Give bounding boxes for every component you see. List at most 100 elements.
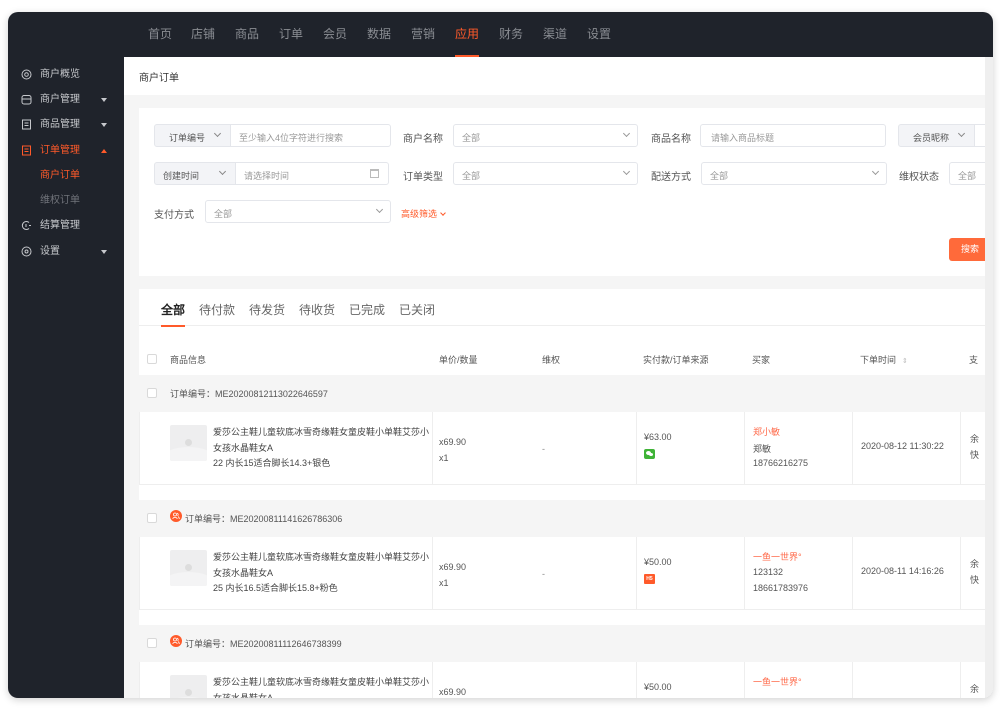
header-order-time[interactable]: 下单时间 ⇕	[860, 353, 908, 366]
cell-divider	[744, 412, 745, 484]
header-paid-source: 实付款/订单来源	[643, 355, 709, 365]
merchant-select[interactable]: 全部	[453, 124, 638, 147]
order-header: 订单编号：ME20200811141626786306	[139, 500, 993, 537]
sidebar-item-rights-orders[interactable]: 维权订单	[8, 191, 124, 211]
select-all-checkbox[interactable]	[147, 354, 157, 364]
member-field-select[interactable]: 会员昵称	[898, 124, 975, 147]
header-order-time-label: 下单时间	[860, 355, 897, 365]
nav-members[interactable]: 会员	[323, 12, 347, 57]
pay-method-label: 支付方式	[154, 210, 194, 221]
product-image	[170, 425, 207, 461]
nav-data[interactable]: 数据	[367, 12, 391, 57]
main-content: 商户订单 订单编号 至少输入4位字符进行搜索 商户名称 全部 商品名称 请输入商…	[124, 57, 993, 698]
quantity: x1	[439, 578, 449, 588]
header-pay: 支	[969, 355, 979, 365]
chevron-down-icon	[375, 205, 384, 214]
product-sku: 22 内长15适合脚长14.3+银色	[213, 458, 331, 468]
sidebar-item-merchant-orders[interactable]: 商户订单	[8, 166, 124, 186]
advanced-filter-link[interactable]: 高级筛选	[401, 207, 446, 220]
h5-icon: H5	[644, 574, 655, 584]
chevron-down-icon	[218, 167, 227, 176]
cell-divider	[852, 537, 853, 609]
table-header: 商品信息 单价/数量 维权 实付款/订单来源 买家 下单时间 ⇕ 支	[139, 351, 993, 369]
order-list-panel: 全部 待付款 待发货 待收货 已完成 已关闭 商品信息 单价/数量 维权 实付款…	[139, 289, 993, 698]
header-buyer: 买家	[752, 355, 771, 365]
product-name[interactable]: 爱莎公主鞋儿童软底冰雪奇缘鞋女童皮鞋小单鞋艾莎小女孩水晶鞋女A	[213, 549, 431, 581]
store-icon	[21, 95, 32, 105]
nav-finance[interactable]: 财务	[499, 12, 523, 57]
select-value: 全部	[710, 171, 729, 181]
tab-closed[interactable]: 已关闭	[399, 301, 435, 318]
sidebar-item-settlement[interactable]: 结算管理	[8, 216, 124, 236]
chevron-down-icon	[213, 129, 222, 138]
cell-divider	[636, 412, 637, 484]
order-number: 订单编号：ME20200811141626786306	[185, 514, 343, 524]
product-name[interactable]: 爱莎公主鞋儿童软底冰雪奇缘鞋女童皮鞋小单鞋艾莎小女孩水晶鞋女A	[213, 424, 431, 456]
sort-icon[interactable]: ⇕	[902, 357, 908, 365]
order-type-label: 订单类型	[403, 172, 443, 183]
time-picker-input[interactable]: 请选择时间	[235, 162, 389, 185]
tab-all[interactable]: 全部	[161, 301, 186, 327]
quantity: x1	[439, 453, 449, 463]
buyer-nickname[interactable]: 一鱼一世界°	[753, 550, 802, 563]
nav-shop[interactable]: 店铺	[191, 12, 215, 57]
select-value: 全部	[214, 209, 233, 219]
order-no-input[interactable]: 至少输入4位字符进行搜索	[230, 124, 391, 147]
order-item: 爱莎公主鞋儿童软底冰雪奇缘鞋女童皮鞋小单鞋艾莎小女孩水晶鞋女A 22 内长15适…	[139, 412, 993, 485]
top-navigation: 首页 店铺 商品 订单 会员 数据 营销 应用 财务 渠道 设置	[8, 12, 993, 57]
paid-amount: ¥50.00	[644, 682, 672, 692]
chevron-down-icon	[440, 210, 446, 216]
settings-icon	[21, 246, 32, 257]
paid-amount: ¥63.00	[644, 432, 672, 442]
status-tabs: 全部 待付款 待发货 待收货 已完成 已关闭	[139, 289, 993, 327]
tab-pending-receipt[interactable]: 待收货	[299, 301, 335, 318]
nav-goods[interactable]: 商品	[235, 12, 259, 57]
cell-divider	[744, 662, 745, 698]
settlement-icon	[21, 221, 31, 230]
order-no-type-select[interactable]: 订单编号	[154, 124, 231, 147]
product-name-input[interactable]: 请输入商品标题	[700, 124, 886, 147]
select-value: 全部	[462, 133, 481, 143]
chevron-down-icon	[622, 167, 631, 176]
nav-marketing[interactable]: 营销	[411, 12, 435, 57]
sidebar-item-goods[interactable]: 商品管理	[8, 115, 124, 135]
rights-status: -	[542, 569, 545, 579]
nav-apps[interactable]: 应用	[455, 12, 480, 57]
sidebar-item-merchant[interactable]: 商户管理	[8, 90, 124, 110]
nav-home[interactable]: 首页	[148, 12, 172, 57]
order-item: 爱莎公主鞋儿童软底冰雪奇缘鞋女童皮鞋小单鞋艾莎小女孩水晶鞋女A x69.90 ¥…	[139, 662, 993, 698]
cell-divider	[432, 412, 433, 484]
unit-price-qty: x69.90	[439, 684, 466, 698]
delivery-label: 配送方式	[651, 172, 691, 183]
sidebar-item-overview[interactable]: 商户概览	[8, 65, 124, 85]
nav-settings[interactable]: 设置	[587, 12, 611, 57]
order-number: 订单编号：ME20200811112646738399	[185, 639, 342, 649]
sidebar-item-order-management[interactable]: 订单管理	[8, 141, 124, 161]
vertical-scrollbar[interactable]	[985, 57, 993, 698]
order-checkbox[interactable]	[147, 638, 157, 648]
order-checkbox[interactable]	[147, 513, 157, 523]
dashboard-icon	[21, 69, 32, 80]
pay-info: 余	[970, 559, 980, 569]
tab-completed[interactable]: 已完成	[349, 301, 385, 318]
header-rights: 维权	[542, 355, 561, 365]
sidebar-item-settings[interactable]: 设置	[8, 242, 124, 262]
delivery-select[interactable]: 全部	[701, 162, 887, 185]
cell-divider	[960, 662, 961, 698]
sidebar-item-label: 商品管理	[40, 119, 80, 130]
pay-method-select[interactable]: 全部	[205, 200, 391, 223]
tab-pending-payment[interactable]: 待付款	[199, 301, 235, 318]
nav-channels[interactable]: 渠道	[543, 12, 567, 57]
nav-orders[interactable]: 订单	[279, 12, 303, 57]
tab-pending-shipment[interactable]: 待发货	[249, 301, 285, 318]
order-header: 订单编号：ME20200811112646738399	[139, 625, 993, 662]
sidebar-item-label: 商户概览	[40, 69, 80, 80]
time-type-select[interactable]: 创建时间	[154, 162, 236, 185]
order-checkbox[interactable]	[147, 388, 157, 398]
rights-status: -	[542, 444, 545, 454]
buyer-nickname[interactable]: 一鱼一世界°	[753, 675, 802, 688]
order-type-select[interactable]: 全部	[453, 162, 638, 185]
buyer-nickname[interactable]: 郑小敏	[753, 425, 780, 438]
product-name[interactable]: 爱莎公主鞋儿童软底冰雪奇缘鞋女童皮鞋小单鞋艾莎小女孩水晶鞋女A	[213, 674, 431, 698]
delivery-info: 快	[970, 575, 980, 585]
